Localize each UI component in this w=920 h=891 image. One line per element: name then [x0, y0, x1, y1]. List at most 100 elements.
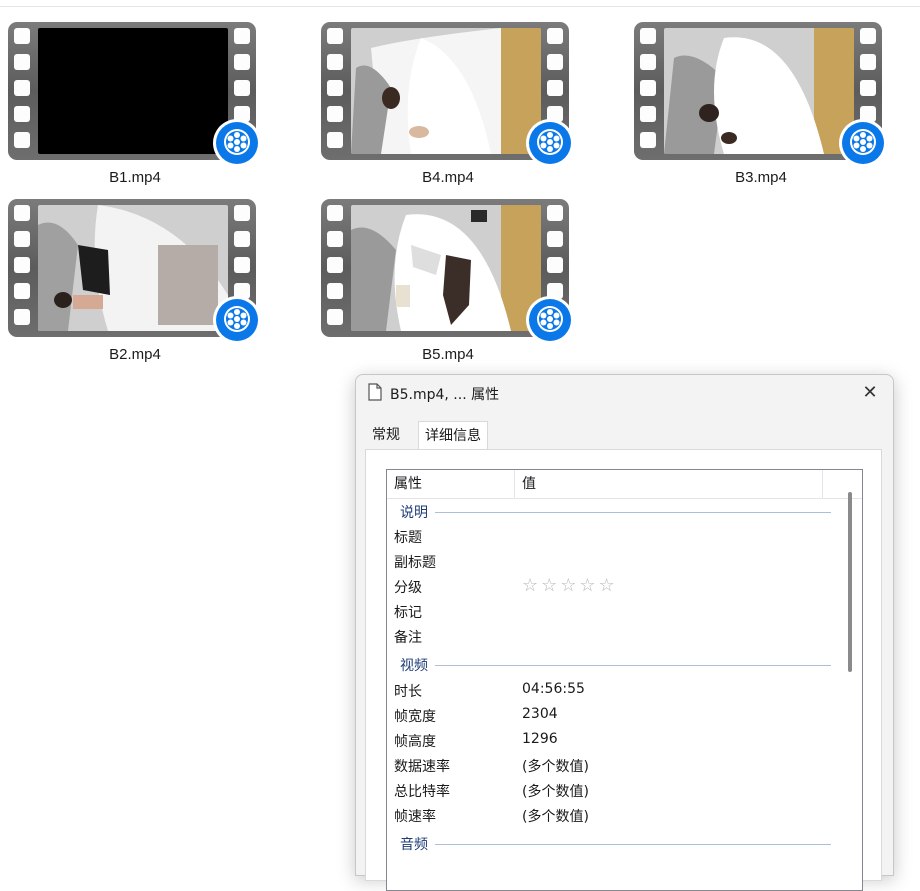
group-audio: 音频: [387, 831, 847, 856]
property-name: 分级: [394, 580, 422, 596]
file-name: B2.mp4: [109, 346, 161, 363]
tab-details[interactable]: 详细信息: [418, 421, 488, 451]
film-perforation: [327, 132, 343, 148]
tab-general[interactable]: 常规: [366, 421, 406, 449]
file-item-b5[interactable]: B5.mp4: [313, 199, 574, 369]
scrollbar-thumb[interactable]: [848, 492, 852, 672]
film-perforation: [14, 231, 30, 247]
property-value: (多个数值): [522, 809, 589, 825]
property-name: 帧速率: [394, 809, 436, 825]
film-perforation: [14, 132, 30, 148]
film-perforation: [234, 28, 250, 44]
film-perforation: [327, 54, 343, 70]
file-item-b1[interactable]: B1.mp4: [0, 22, 261, 192]
film-perforation: [14, 28, 30, 44]
film-perforation: [640, 106, 656, 122]
property-value: 2304: [522, 706, 558, 722]
tab-bar: 常规 详细信息: [366, 421, 886, 451]
list-header: 属性 值: [387, 470, 862, 499]
close-button[interactable]: ✕: [852, 379, 888, 407]
film-perforation: [234, 205, 250, 221]
table-row[interactable]: 标题: [387, 524, 847, 549]
video-frame: [664, 28, 854, 154]
table-row[interactable]: 备注: [387, 624, 847, 649]
film-perforation: [14, 80, 30, 96]
properties-dialog: B5.mp4, ... 属性 ✕ 常规 详细信息 属性 值 说明 标题 副标题: [355, 374, 894, 891]
property-name: 副标题: [394, 555, 436, 571]
file-name: B3.mp4: [735, 169, 787, 186]
film-perforation: [327, 283, 343, 299]
group-divider: [435, 512, 831, 513]
table-row[interactable]: 标记: [387, 599, 847, 624]
rating-stars[interactable]: ☆☆☆☆☆: [522, 575, 618, 596]
video-frame: [38, 205, 228, 331]
property-value: (多个数值): [522, 759, 589, 775]
property-name: 帧宽度: [394, 709, 436, 725]
property-name: 时长: [394, 684, 422, 700]
property-name: 标记: [394, 605, 422, 621]
film-perforation: [547, 257, 563, 273]
film-perforation: [234, 257, 250, 273]
film-perforation: [327, 80, 343, 96]
film-perforation: [327, 257, 343, 273]
film-perforation: [547, 54, 563, 70]
column-header-value[interactable]: 值: [515, 470, 823, 498]
film-perforation: [327, 205, 343, 221]
property-list[interactable]: 属性 值 说明 标题 副标题 分级 ☆☆☆☆☆ 标记 备注 视频 时长 04:5…: [386, 469, 863, 891]
video-frame: [351, 28, 541, 154]
dialog-title: B5.mp4, ... 属性: [390, 387, 500, 403]
quicktime-player-icon: [526, 296, 574, 344]
quicktime-player-icon: [839, 119, 887, 167]
group-label: 说明: [400, 505, 428, 521]
property-name: 总比特率: [394, 784, 450, 800]
file-icon: [368, 383, 382, 401]
property-name: 备注: [394, 630, 422, 646]
property-value: (多个数值): [522, 784, 589, 800]
table-row[interactable]: 数据速率 (多个数值): [387, 753, 847, 778]
file-item-b2[interactable]: B2.mp4: [0, 199, 261, 369]
film-perforation: [860, 54, 876, 70]
dialog-titlebar[interactable]: B5.mp4, ... 属性 ✕: [356, 375, 893, 411]
group-label: 音频: [400, 837, 428, 853]
film-perforation: [547, 205, 563, 221]
film-perforation: [640, 28, 656, 44]
film-perforation: [327, 309, 343, 325]
film-perforation: [860, 80, 876, 96]
film-perforation: [327, 231, 343, 247]
film-perforation: [547, 28, 563, 44]
video-frame: [351, 205, 541, 331]
film-perforation: [234, 54, 250, 70]
film-perforation: [640, 132, 656, 148]
table-row[interactable]: 时长 04:56:55: [387, 678, 847, 703]
file-name: B1.mp4: [109, 169, 161, 186]
group-divider: [435, 665, 831, 666]
property-value: 04:56:55: [522, 681, 585, 697]
film-perforation: [14, 257, 30, 273]
details-panel: 属性 值 说明 标题 副标题 分级 ☆☆☆☆☆ 标记 备注 视频 时长 04:5…: [365, 449, 882, 891]
table-row[interactable]: 帧宽度 2304: [387, 703, 847, 728]
file-item-b3[interactable]: B3.mp4: [626, 22, 887, 192]
group-divider: [435, 844, 831, 845]
column-header-property[interactable]: 属性: [387, 470, 515, 498]
table-row[interactable]: 分级 ☆☆☆☆☆: [387, 574, 847, 599]
file-name: B5.mp4: [422, 346, 474, 363]
film-perforation: [14, 106, 30, 122]
group-label: 视频: [400, 658, 428, 674]
group-video: 视频: [387, 652, 847, 677]
property-value: 1296: [522, 731, 558, 747]
quicktime-player-icon: [526, 119, 574, 167]
film-perforation: [14, 309, 30, 325]
film-perforation: [860, 28, 876, 44]
table-row[interactable]: 副标题: [387, 549, 847, 574]
table-row[interactable]: 总比特率 (多个数值): [387, 778, 847, 803]
film-perforation: [234, 231, 250, 247]
property-name: 数据速率: [394, 759, 450, 775]
film-perforation: [327, 28, 343, 44]
film-perforation: [234, 80, 250, 96]
table-row[interactable]: 帧速率 (多个数值): [387, 803, 847, 828]
group-description: 说明: [387, 499, 847, 524]
top-divider: [0, 6, 920, 7]
file-item-b4[interactable]: B4.mp4: [313, 22, 574, 192]
table-row[interactable]: 帧高度 1296: [387, 728, 847, 753]
quicktime-player-icon: [213, 296, 261, 344]
